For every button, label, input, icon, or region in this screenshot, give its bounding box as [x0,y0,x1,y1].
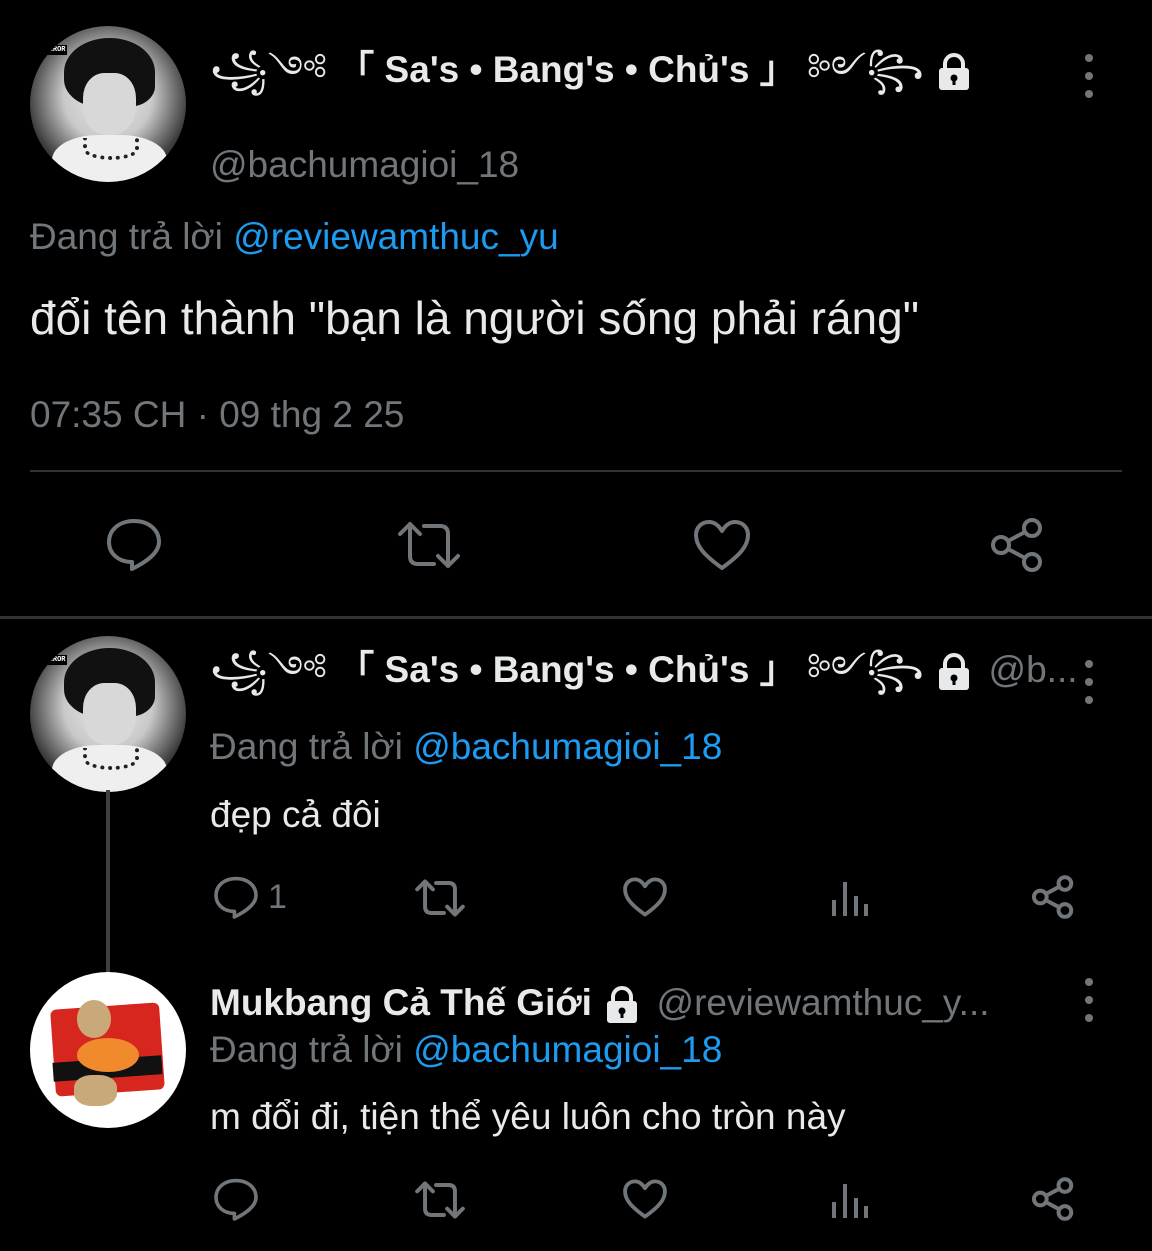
share-icon [1031,1177,1074,1221]
views-icon [832,1184,868,1218]
reply-1-text: đẹp cả đôi [210,794,381,835]
retweet-button[interactable] [414,1180,466,1220]
tweet-thread-screen: ERROR ꧁༺ 「 Sa's • Bang's • Chủ's 」 ༻꧂ @b… [0,0,1152,1251]
retweet-icon [415,879,465,917]
reply-1-handle[interactable]: @b... [989,649,1078,690]
share-button[interactable] [1030,1176,1076,1222]
section-divider [0,616,1152,619]
replying-to-mention[interactable]: @bachumagioi_18 [413,726,722,767]
reply-icon [107,519,161,571]
tweet-timestamp[interactable]: 07:35 CH · 09 thg 2 25 [30,392,404,438]
main-tweet: ERROR ꧁༺ 「 Sa's • Bang's • Chủ's 」 ༻꧂ @b… [0,0,1152,616]
replying-to-mention[interactable]: @bachumagioi_18 [413,1029,722,1070]
like-icon [694,520,750,570]
author-name-text: 「 Sa's • Bang's • Chủ's 」 [337,49,797,90]
avatar-error-tag: ERROR [42,654,68,665]
reply-2-avatar[interactable] [30,972,186,1128]
reply-1-display-name[interactable]: ꧁༺ 「 Sa's • Bang's • Chủ's 」 ༻꧂ @b... [210,648,1078,692]
reply-icon [214,876,258,919]
reply-count: 1 [268,877,287,916]
name-decoration-left: ꧁༺ [210,49,327,90]
reply-1-replying-to: Đang trả lời @bachumagioi_18 [210,724,722,770]
replying-prefix: Đang trả lời [210,726,403,767]
lock-icon [934,653,974,691]
replying-prefix: Đang trả lời [30,216,223,257]
reply-button[interactable]: 1 [212,874,287,920]
share-button[interactable] [1030,874,1076,920]
reply-icon [214,1178,258,1221]
retweet-icon [415,1181,465,1219]
more-options-icon[interactable] [1079,660,1099,704]
like-button[interactable] [692,518,752,572]
name-decoration-right: ༻꧂ [806,649,924,690]
more-options-icon[interactable] [1079,54,1099,98]
retweet-button[interactable] [396,520,462,570]
retweet-icon [398,522,460,568]
reply-1-avatar[interactable]: ERROR [30,636,186,792]
like-button[interactable] [622,876,668,918]
lock-icon [602,986,642,1024]
name-decoration-right: ༻꧂ [806,49,924,90]
author-avatar[interactable]: ERROR [30,26,186,182]
author-display-name[interactable]: ꧁༺ 「 Sa's • Bang's • Chủ's 」 ༻꧂ [210,48,974,92]
reply-2-handle[interactable]: @reviewamthuc_y... [657,982,990,1023]
reply-2-display-name[interactable]: Mukbang Cả Thế Giới @reviewamthuc_y... [210,981,990,1025]
share-icon [991,518,1042,572]
reply-button[interactable] [212,1176,268,1222]
avatar-face [83,682,137,746]
avatar-error-tag: ERROR [42,44,68,55]
like-icon [623,1179,667,1219]
share-button[interactable] [988,516,1046,574]
reply-2-replying-to: Đang trả lời @bachumagioi_18 [210,1027,722,1073]
replying-prefix: Đang trả lời [210,1029,403,1070]
reply-2-text: m đổi đi, tiện thể yêu luôn cho tròn này [210,1096,846,1137]
avatar-cat-head [76,1000,112,1038]
avatar-face [83,72,137,136]
tweet-text: đổi tên thành "bạn là người sống phải rá… [30,292,920,344]
views-button[interactable] [830,1180,870,1220]
author-name-text: Mukbang Cả Thế Giới [210,982,592,1023]
like-button[interactable] [622,1178,668,1220]
author-name-text: 「 Sa's • Bang's • Chủ's 」 [337,649,797,690]
more-options-icon[interactable] [1079,978,1099,1022]
avatar-cat-body [73,1074,118,1107]
replying-to: Đang trả lời @reviewamthuc_yu [30,214,559,260]
avatar-noodle-bowl [76,1037,140,1072]
like-icon [623,877,667,917]
action-divider [30,470,1122,472]
views-icon [832,882,868,916]
share-icon [1031,875,1074,919]
replying-to-mention[interactable]: @reviewamthuc_yu [233,216,558,257]
name-decoration-left: ꧁༺ [210,649,327,690]
author-handle[interactable]: @bachumagioi_18 [210,142,519,188]
lock-icon [934,53,974,91]
retweet-button[interactable] [414,878,466,918]
reply-button[interactable] [104,516,164,572]
views-button[interactable] [830,878,870,918]
thread-connector-line [106,790,110,972]
